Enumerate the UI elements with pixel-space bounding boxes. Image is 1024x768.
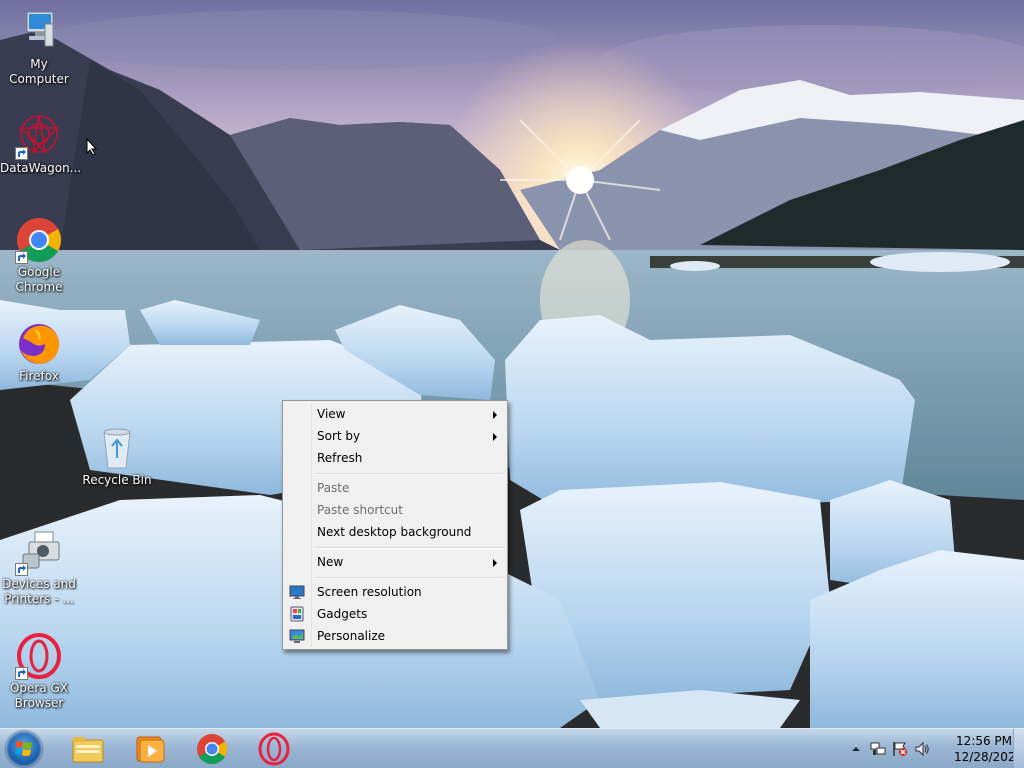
menu-item-paste-shortcut[interactable]: Paste shortcut <box>285 499 505 521</box>
menu-item-label: Paste <box>317 481 350 495</box>
datawagon-icon <box>15 112 63 160</box>
shortcut-arrow-icon <box>15 667 28 680</box>
clock-date: 12/28/2022 <box>954 750 1024 764</box>
shortcut-arrow-icon <box>15 251 28 264</box>
show-desktop-button[interactable] <box>1013 729 1024 768</box>
desktop-context-menu: View Sort by Refresh Paste Paste shortcu… <box>282 400 508 650</box>
menu-separator <box>315 577 505 579</box>
network-icon <box>870 742 886 755</box>
desktop-icon-google-chrome[interactable]: Google Chrome <box>0 216 78 295</box>
menu-item-label: Screen resolution <box>317 585 422 599</box>
mouse-cursor-icon <box>86 138 98 156</box>
menu-item-view[interactable]: View <box>285 403 505 425</box>
menu-item-label: View <box>317 407 346 421</box>
shortcut-arrow-icon <box>15 147 28 160</box>
show-hidden-icons-icon <box>852 747 860 751</box>
desktop-icon-label: Devices and Printers - ... <box>2 577 76 606</box>
wallpaper-image <box>0 0 1024 728</box>
windows-start-icon <box>15 741 32 756</box>
personalize-icon <box>289 628 305 644</box>
system-tray: 12:56 PM 12/28/2022 <box>834 729 1024 768</box>
start-button[interactable] <box>6 731 42 767</box>
firefox-icon <box>15 320 63 368</box>
desktop-icon-label: My Computer <box>9 57 69 86</box>
chrome-icon <box>15 216 63 264</box>
menu-item-screen-resolution[interactable]: Screen resolution <box>285 581 505 603</box>
chrome-icon <box>197 734 228 765</box>
menu-item-label: Paste shortcut <box>317 503 403 517</box>
file-explorer-icon <box>72 737 104 763</box>
desktop-icon-label: Recycle Bin <box>82 473 152 487</box>
taskbar-chrome-button[interactable] <box>194 732 230 766</box>
menu-item-gadgets[interactable]: Gadgets <box>285 603 505 625</box>
taskbar: 12:56 PM 12/28/2022 <box>0 728 1024 768</box>
media-player-icon <box>136 736 165 763</box>
menu-item-paste[interactable]: Paste <box>285 477 505 499</box>
taskbar-file-explorer-button[interactable] <box>70 732 106 766</box>
desktop-icon-firefox[interactable]: Firefox <box>0 320 78 384</box>
computer-icon <box>15 8 63 56</box>
desktop-icon-label: Google Chrome <box>15 265 63 294</box>
submenu-arrow-icon <box>493 559 497 567</box>
menu-item-refresh[interactable]: Refresh <box>285 447 505 469</box>
desktop-icon-opera-gx[interactable]: Opera GX Browser <box>0 632 78 711</box>
menu-item-label: Personalize <box>317 629 386 643</box>
volume-icon <box>915 741 929 757</box>
volume-tray-button[interactable] <box>914 741 930 757</box>
action-center-tray-button[interactable] <box>892 741 908 757</box>
menu-item-label: Next desktop background <box>317 525 472 539</box>
desktop-icon-label: DataWagon... <box>0 161 82 175</box>
taskbar-media-player-button[interactable] <box>132 732 168 766</box>
recycle-bin-icon <box>93 424 141 472</box>
screen-resolution-icon <box>289 584 305 600</box>
devices-printers-icon <box>15 528 63 576</box>
submenu-arrow-icon <box>493 433 497 441</box>
submenu-arrow-icon <box>493 411 497 419</box>
desktop-icon-devices-printers[interactable]: Devices and Printers - ... <box>0 528 78 607</box>
menu-separator <box>315 473 505 475</box>
action-center-icon <box>893 742 907 756</box>
menu-item-next-desktop-background[interactable]: Next desktop background <box>285 521 505 543</box>
menu-item-new[interactable]: New <box>285 551 505 573</box>
menu-item-label: Sort by <box>317 429 361 443</box>
taskbar-clock[interactable]: 12:56 PM 12/28/2022 <box>954 733 1024 765</box>
shortcut-arrow-icon <box>15 563 28 576</box>
taskbar-opera-button[interactable] <box>256 732 292 766</box>
desktop-wallpaper[interactable] <box>0 0 1024 728</box>
menu-item-label: New <box>317 555 344 569</box>
desktop-icon-datawagon[interactable]: DataWagon... <box>0 112 82 176</box>
menu-separator <box>315 547 505 549</box>
desktop-icon-my-computer[interactable]: My Computer <box>0 8 78 87</box>
menu-item-label: Refresh <box>317 451 363 465</box>
desktop-icon-recycle-bin[interactable]: Recycle Bin <box>78 424 156 488</box>
desktop-icon-label: Opera GX Browser <box>9 681 69 710</box>
desktop-icon-label: Firefox <box>19 369 59 383</box>
opera-gx-icon <box>15 632 63 680</box>
show-hidden-icons-button[interactable] <box>848 741 864 757</box>
gadgets-icon <box>289 606 305 622</box>
network-tray-button[interactable] <box>870 741 886 757</box>
menu-item-personalize[interactable]: Personalize <box>285 625 505 647</box>
clock-time: 12:56 PM <box>956 734 1012 748</box>
menu-item-label: Gadgets <box>317 607 368 621</box>
opera-icon <box>258 732 290 766</box>
menu-item-sort-by[interactable]: Sort by <box>285 425 505 447</box>
